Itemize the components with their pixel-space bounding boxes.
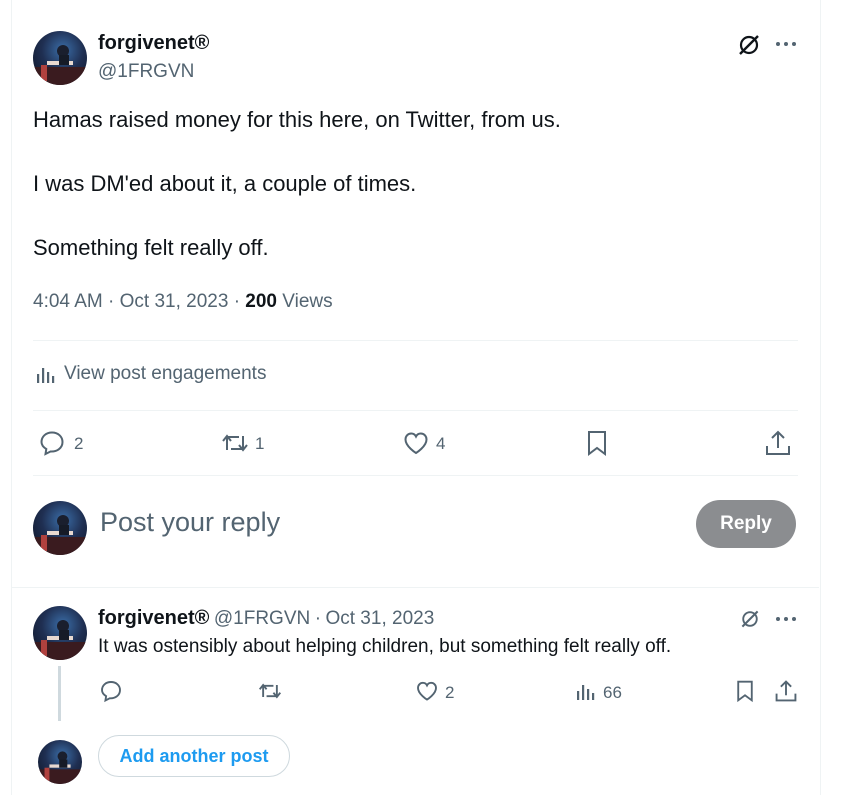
divider	[12, 587, 819, 588]
post-time[interactable]: 4:04 AM	[33, 291, 103, 312]
user-handle[interactable]: @1FRGVN	[214, 608, 310, 629]
repost-count: 1	[255, 434, 265, 453]
views-label: Views	[282, 291, 333, 312]
like-icon	[415, 679, 439, 708]
reply-input[interactable]: Post your reply	[100, 507, 280, 538]
thread-line	[58, 666, 61, 721]
like-count: 2	[445, 683, 455, 702]
share-icon[interactable]	[764, 428, 792, 463]
add-another-post-button[interactable]: Add another post	[98, 735, 290, 777]
repost-icon	[220, 429, 250, 462]
post-date[interactable]: Oct 31, 2023	[120, 291, 229, 312]
reply-count: 2	[74, 434, 84, 453]
meta-separator: ·	[314, 608, 322, 629]
divider	[33, 410, 798, 411]
view-engagements-label: View post engagements	[64, 363, 267, 384]
user-handle[interactable]: @1FRGVN	[98, 61, 194, 83]
grok-icon[interactable]	[736, 32, 762, 58]
analytics-icon	[575, 681, 595, 706]
reply-icon	[38, 429, 66, 462]
views-count: 66	[603, 683, 622, 702]
bookmark-icon[interactable]	[584, 429, 610, 462]
post-text-line-2: I was DM'ed about it, a couple of times.	[33, 171, 417, 196]
meta-separator: ·	[108, 291, 115, 312]
reply-icon[interactable]	[99, 679, 123, 708]
bookmark-icon[interactable]	[734, 679, 756, 708]
reply-post-text: It was ostensibly about helping children…	[98, 636, 672, 657]
divider	[33, 475, 798, 476]
share-icon[interactable]	[774, 678, 798, 709]
divider	[33, 340, 798, 341]
display-name[interactable]: forgivenet®	[98, 607, 209, 629]
avatar	[33, 501, 87, 555]
like-icon	[402, 429, 430, 462]
avatar	[38, 740, 82, 784]
grok-icon[interactable]	[739, 608, 761, 630]
display-name[interactable]: forgivenet®	[98, 32, 209, 55]
avatar[interactable]	[33, 31, 87, 85]
meta-separator: ·	[233, 291, 241, 312]
post-text-line-1: Hamas raised money for this here, on Twi…	[33, 107, 561, 132]
like-count: 4	[436, 434, 446, 453]
post-date[interactable]: Oct 31, 2023	[325, 608, 434, 629]
analytics-icon	[35, 364, 55, 389]
views-count: 200	[245, 291, 277, 312]
more-icon[interactable]	[775, 615, 797, 623]
more-icon[interactable]	[775, 40, 797, 48]
reply-post-header: forgivenet® @1FRGVN · Oct 31, 2023	[98, 607, 434, 630]
reply-button[interactable]: Reply	[696, 500, 796, 548]
repost-icon[interactable]	[257, 679, 283, 708]
post-text-line-3: Something felt really off.	[33, 235, 269, 260]
avatar[interactable]	[33, 606, 87, 660]
post-metadata: 4:04 AM · Oct 31, 2023 · 200 Views	[33, 291, 333, 313]
